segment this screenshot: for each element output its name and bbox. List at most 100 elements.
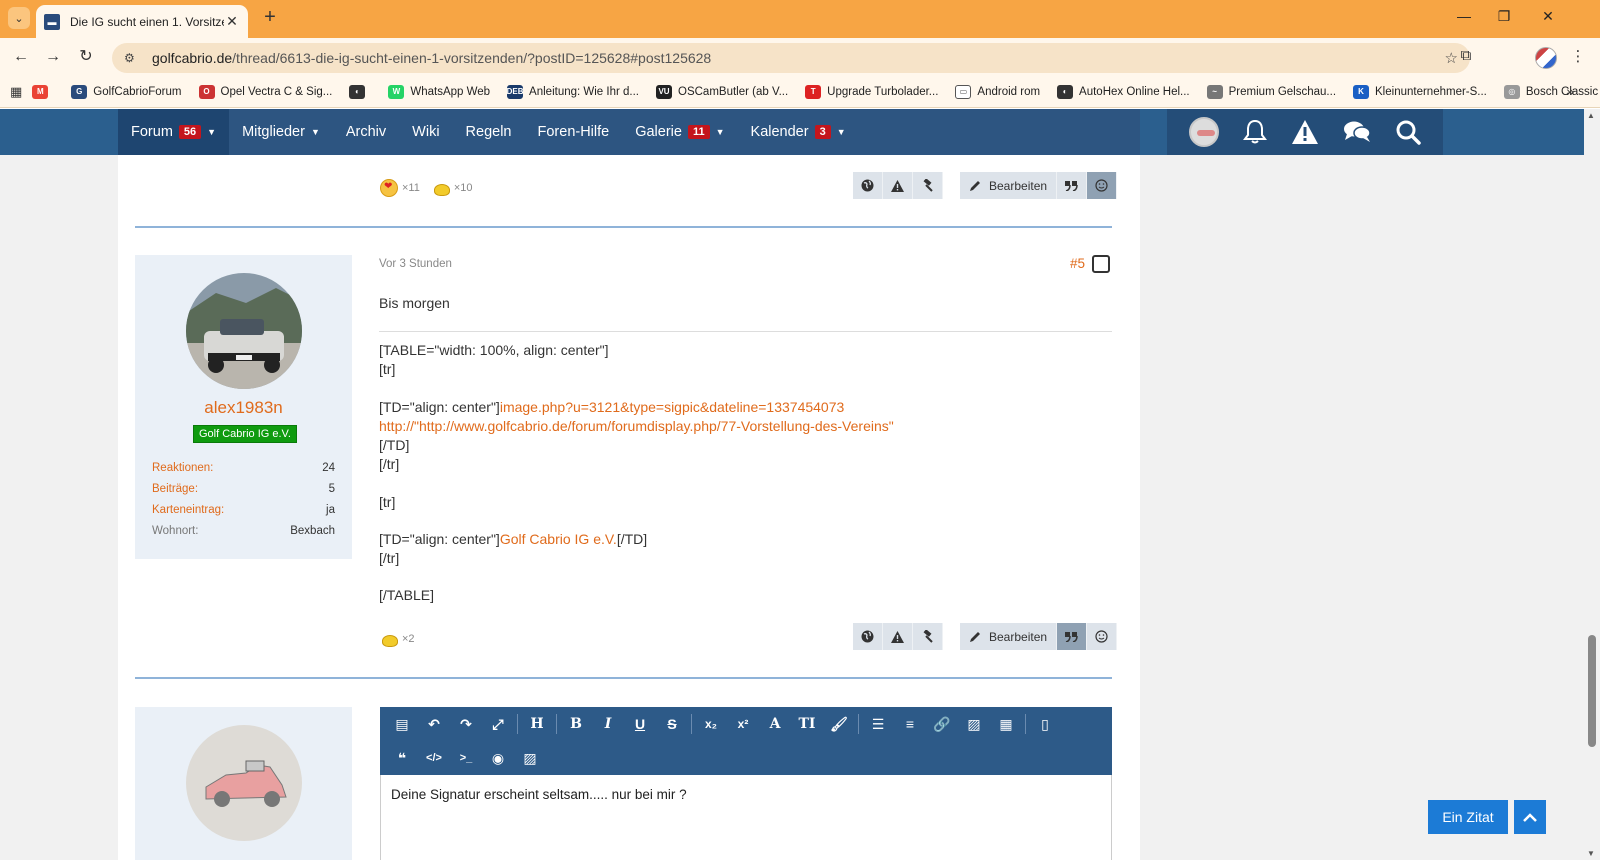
post5-reactions[interactable]: ×2 [380,630,427,648]
nav-item-forum[interactable]: Forum 56 ▼ [118,109,230,155]
strikethrough-icon[interactable]: S [656,709,688,739]
page-scrollbar[interactable]: ▲ ▼ [1584,109,1600,860]
bookmark-item[interactable]: ◐ [349,84,371,99]
edit-button[interactable]: Bearbeiten [960,172,1058,199]
quote-selection-button[interactable]: Ein Zitat [1428,800,1508,834]
close-tab-icon[interactable]: ✕ [224,13,240,30]
scroll-up-icon[interactable]: ▲ [1587,111,1595,120]
minimize-icon[interactable]: — [1454,8,1474,24]
reload-icon[interactable]: ↻ [75,47,97,69]
menu-kebab-icon[interactable]: ⋮ [1566,47,1590,65]
nav-item-mitglieder[interactable]: Mitglieder ▼ [229,109,333,155]
post-select-checkbox[interactable] [1092,255,1110,273]
bookmark-item[interactable]: ◎ Bosch Classic [1503,84,1598,99]
moderation-gavel-icon[interactable] [913,172,943,199]
browser-tab-active[interactable]: ▬ Die IG sucht einen 1. Vorsitzend ✕ [36,5,248,38]
table-icon[interactable]: ▦ [990,709,1022,739]
bookmark-item[interactable]: O Opel Vectra C & Sig... [198,84,332,99]
address-bar[interactable]: ⚙ golfcabrio.de/thread/6613-die-ig-sucht… [112,43,1470,73]
globe-icon[interactable] [853,623,883,650]
code-icon[interactable]: </> [418,743,450,773]
back-icon[interactable]: ← [10,47,32,69]
fullscreen-icon[interactable]: ⤢ [482,709,514,739]
bookmark-item[interactable]: W WhatsApp Web [388,84,490,99]
bold-icon[interactable]: B [560,709,592,739]
signature-link[interactable]: http://"http://www.golfcabrio.de/forum/f… [379,418,894,434]
stat-label[interactable]: Karteneintrag: [152,504,224,516]
source-icon[interactable]: ▤ [386,709,418,739]
scroll-down-icon[interactable]: ▼ [1587,849,1595,858]
bookmark-item[interactable]: VU OSCamButler (ab V... [656,84,788,99]
superscript-icon[interactable]: x² [727,709,759,739]
edit-button[interactable]: Bearbeiten [960,623,1058,650]
post-date[interactable]: Vor 3 Stunden [379,258,452,270]
nav-item-archiv[interactable]: Archiv [333,109,399,155]
bookmark-item[interactable]: G GolfCabrioForum [71,84,182,99]
forward-icon[interactable]: → [42,47,64,69]
warning-icon[interactable] [1291,119,1319,145]
report-warning-icon[interactable] [883,623,913,650]
tab-search-button[interactable]: ⌄ [8,7,30,29]
react-smiley-icon[interactable] [1087,172,1118,199]
nav-item-regeln[interactable]: Regeln [453,109,525,155]
nav-item-galerie[interactable]: Galerie 11 ▼ [622,109,737,155]
page-icon[interactable]: ▯ [1029,709,1061,739]
post-number-link[interactable]: #5 [1070,256,1085,271]
font-size-icon[interactable]: TI [791,709,823,739]
more-bookmarks-icon[interactable]: » [1566,83,1574,99]
nav-item-wiki[interactable]: Wiki [399,109,452,155]
media-icon[interactable]: ▨ [514,743,546,773]
stat-label[interactable]: Beiträge: [152,483,198,495]
font-icon[interactable]: A [759,709,791,739]
extensions-icon[interactable]: ⧉ [1454,47,1478,64]
react-smiley-icon[interactable] [1087,623,1118,650]
bookmark-item[interactable]: ▭ Android rom [955,84,1040,99]
undo-icon[interactable]: ↶ [418,709,450,739]
quote-block-icon[interactable]: ❝ [386,743,418,773]
nav-item-kalender[interactable]: Kalender 3 ▼ [738,109,859,155]
link-icon[interactable]: 🔗 [926,709,958,739]
nav-item-foren-hilfe[interactable]: Foren-Hilfe [525,109,623,155]
report-warning-icon[interactable] [883,172,913,199]
stat-label[interactable]: Reaktionen: [152,462,213,474]
broken-signature-image[interactable]: image.php?u=3121&type=sigpic&dateline=13… [500,399,844,415]
editor-text[interactable]: Deine Signatur erscheint seltsam..... nu… [391,787,687,802]
italic-icon[interactable]: I [592,709,624,739]
site-info-icon[interactable]: ⚙ [124,51,142,65]
prev-post-reactions[interactable]: ×11 ×10 [380,179,485,197]
color-brush-icon[interactable]: 🖌 [823,709,855,739]
scroll-thumb[interactable] [1588,635,1596,747]
bookmark-item[interactable]: M [32,84,54,99]
author-avatar[interactable] [186,273,302,389]
align-icon[interactable]: ≡ [894,709,926,739]
bell-icon[interactable] [1243,119,1267,145]
restore-icon[interactable]: ❐ [1494,8,1514,25]
redo-icon[interactable]: ↷ [450,709,482,739]
reply-editor[interactable]: Deine Signatur erscheint seltsam..... nu… [380,775,1112,860]
heading-icon[interactable]: H [521,709,553,739]
apps-grid-icon[interactable]: ▦ [10,84,22,100]
quote-icon[interactable] [1057,172,1088,199]
signature-link[interactable]: Golf Cabrio IG e.V. [500,531,617,547]
search-icon[interactable] [1395,119,1421,145]
author-username[interactable]: alex1983n [135,398,352,418]
image-icon[interactable]: ▨ [958,709,990,739]
profile-avatar[interactable] [1535,47,1557,69]
bookmark-item[interactable]: ~ Premium Gelschau... [1206,84,1336,99]
bookmark-item[interactable]: DEB Anleitung: Wie Ihr d... [507,84,639,99]
bookmark-item[interactable]: K Kleinunternehmer-S... [1353,84,1487,99]
new-tab-button[interactable]: + [258,6,282,30]
bookmark-item[interactable]: ◐ AutoHex Online Hel... [1057,84,1190,99]
bookmark-item[interactable]: T Upgrade Turbolader... [805,84,938,99]
underline-icon[interactable]: U [624,709,656,739]
user-avatar[interactable] [1189,117,1219,147]
list-icon[interactable]: ☰ [862,709,894,739]
globe-icon[interactable] [853,172,883,199]
inline-code-icon[interactable]: >_ [450,743,482,773]
subscript-icon[interactable]: x₂ [695,709,727,739]
scroll-to-top-button[interactable] [1514,800,1546,834]
moderation-gavel-icon[interactable] [913,623,943,650]
conversations-icon[interactable] [1343,120,1371,144]
quote-icon[interactable] [1057,623,1088,650]
close-window-icon[interactable]: ✕ [1538,8,1558,25]
